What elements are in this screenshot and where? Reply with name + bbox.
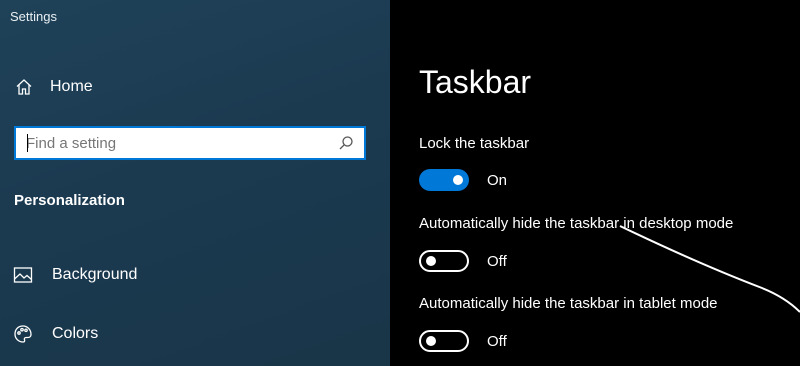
nav-home[interactable]: Home <box>14 74 93 100</box>
settings-window: Settings Home Personalization <box>0 0 800 366</box>
page-title: Taskbar <box>419 64 532 100</box>
nav-home-label: Home <box>50 78 93 95</box>
sidebar-item-label: Background <box>52 266 138 283</box>
toggle-state-label: Off <box>487 332 507 350</box>
search-input[interactable] <box>16 129 334 157</box>
lock-taskbar-toggle[interactable] <box>419 169 469 191</box>
sidebar-item-background[interactable]: Background <box>12 262 137 288</box>
sidebar-item-colors[interactable]: Colors <box>12 321 98 347</box>
lock-taskbar-label: Lock the taskbar <box>419 135 530 152</box>
search-icon[interactable] <box>334 131 358 155</box>
toggle-state-label: Off <box>487 252 507 270</box>
toggle-knob <box>426 256 436 266</box>
search-box[interactable] <box>14 126 366 160</box>
section-heading: Personalization <box>14 192 125 209</box>
palette-icon <box>12 323 34 345</box>
autohide-tablet-label: Automatically hide the taskbar in tablet… <box>419 295 718 312</box>
toggle-knob <box>426 336 436 346</box>
image-icon <box>12 264 34 286</box>
sidebar: Settings Home Personalization <box>0 0 390 366</box>
home-icon <box>14 77 34 97</box>
app-title: Settings <box>10 9 57 24</box>
autohide-desktop-setting: Off <box>419 249 507 273</box>
text-caret <box>27 134 28 152</box>
main-content: Taskbar Lock the taskbar On Automaticall… <box>390 0 800 366</box>
sidebar-item-label: Colors <box>52 325 99 342</box>
autohide-tablet-setting: Off <box>419 329 507 353</box>
toggle-knob <box>453 175 463 185</box>
autohide-desktop-label: Automatically hide the taskbar in deskto… <box>419 215 734 232</box>
lock-taskbar-setting: On <box>419 168 507 192</box>
autohide-desktop-toggle[interactable] <box>419 250 469 272</box>
autohide-tablet-toggle[interactable] <box>419 330 469 352</box>
toggle-state-label: On <box>487 171 508 189</box>
